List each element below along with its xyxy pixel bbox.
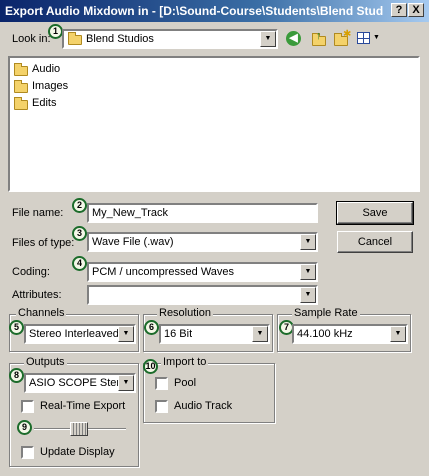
save-button[interactable]: Save [336,201,414,225]
filetype-value: Wave File (.wav) [92,236,174,248]
lookin-label: Look in: [12,33,51,45]
list-item[interactable]: Audio [14,63,134,78]
lookin-value: Blend Studios [86,33,154,45]
callout-badge-4: 4 [72,256,87,271]
audiotrack-checkbox[interactable] [155,400,168,413]
filetype-dropdown[interactable]: Wave File (.wav) ▼ [87,232,318,252]
filename-input[interactable]: My_New_Track [87,203,318,223]
view-menu-icon[interactable]: ▼ [357,31,382,46]
outputs-value: ASIO SCOPE Stereo [29,377,133,389]
folder-icon [14,80,28,93]
pool-label: Pool [174,377,197,389]
chevron-down-icon[interactable]: ▼ [300,264,316,280]
samplerate-title: Sample Rate [292,307,360,319]
folder-icon [14,97,28,110]
importto-title: Import to [161,356,209,368]
file-name: Edits [32,97,57,109]
samplerate-value: 44.100 kHz [297,328,353,340]
coding-dropdown[interactable]: PCM / uncompressed Waves ▼ [87,262,318,282]
chevron-down-icon[interactable]: ▼ [300,234,316,250]
title-bar[interactable]: Export Audio Mixdown in - [D:\Sound-Cour… [0,0,429,22]
chevron-down-icon[interactable]: ▼ [118,326,134,342]
audiotrack-label: Audio Track [174,400,233,412]
callout-badge-3: 3 [72,226,87,241]
file-name: Audio [32,63,61,75]
callout-badge-9: 9 [17,420,32,435]
chevron-down-icon[interactable]: ▼ [390,326,406,342]
folder-icon [68,32,82,45]
resolution-value: 16 Bit [164,328,193,340]
coding-label: Coding: [12,266,50,278]
chevron-down-icon[interactable]: ▼ [300,287,316,303]
realtime-checkbox[interactable] [21,400,34,413]
pool-checkbox[interactable] [155,377,168,390]
display-slider-thumb[interactable] [70,422,88,436]
importto-group [143,363,275,423]
update-display-label: Update Display [40,446,115,458]
back-icon[interactable]: ◀ [286,31,301,46]
filename-label: File name: [12,207,64,219]
callout-badge-10: 10 [143,359,158,374]
close-button[interactable]: X [408,3,424,17]
folder-icon [14,63,28,76]
channels-value: Stereo Interleaved [29,328,119,340]
up-folder-icon[interactable]: ↑ [310,30,327,47]
lookin-dropdown[interactable]: Blend Studios ▼ [62,29,278,49]
channels-dropdown[interactable]: Stereo Interleaved ▼ [24,324,136,344]
cancel-button[interactable]: Cancel [337,231,413,253]
callout-badge-1: 1 [48,24,63,39]
outputs-dropdown[interactable]: ASIO SCOPE Stereo ▼ [24,373,136,393]
new-folder-icon[interactable]: ✱ [333,29,351,47]
coding-value: PCM / uncompressed Waves [92,266,235,278]
help-button[interactable]: ? [391,3,407,17]
chevron-down-icon[interactable]: ▼ [260,31,276,47]
filetype-label: Files of type: [12,237,75,249]
outputs-title: Outputs [24,356,67,368]
file-list[interactable]: Audio Images Edits [8,56,420,192]
channels-title: Channels [16,307,67,319]
resolution-title: Resolution [157,307,213,319]
realtime-label: Real-Time Export [40,400,126,412]
callout-badge-6: 6 [144,320,159,335]
window-title: Export Audio Mixdown in - [D:\Sound-Cour… [5,4,383,18]
attributes-dropdown[interactable]: ▼ [87,285,318,305]
chevron-down-icon[interactable]: ▼ [252,326,268,342]
callout-badge-2: 2 [72,198,87,213]
callout-badge-5: 5 [9,320,24,335]
list-item[interactable]: Edits [14,97,134,112]
chevron-down-icon[interactable]: ▼ [118,375,134,391]
file-name: Images [32,80,69,92]
callout-badge-8: 8 [9,368,24,383]
list-item[interactable]: Images [14,80,134,95]
attributes-label: Attributes: [12,289,62,301]
filename-value: My_New_Track [92,207,168,219]
resolution-dropdown[interactable]: 16 Bit ▼ [159,324,270,344]
samplerate-dropdown[interactable]: 44.100 kHz ▼ [292,324,408,344]
update-display-checkbox[interactable] [21,446,34,459]
